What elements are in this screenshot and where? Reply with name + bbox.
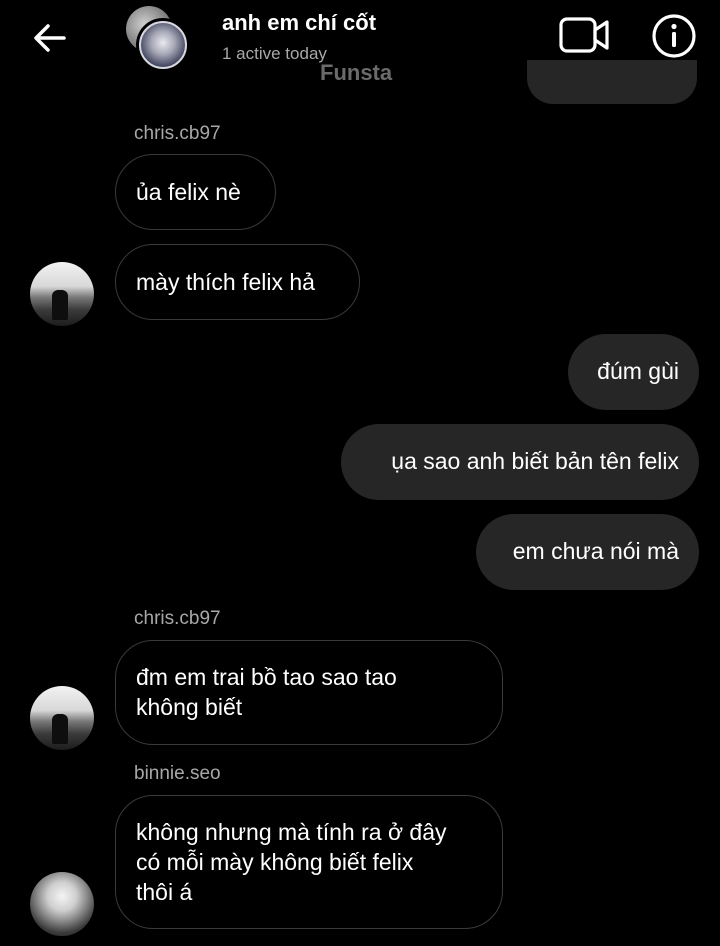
sender-name: binnie.seo bbox=[134, 763, 221, 784]
message-bubble[interactable]: mày thích felix hả bbox=[115, 244, 360, 320]
chat-title[interactable]: anh em chí cốt bbox=[222, 10, 376, 36]
sender-name: chris.cb97 bbox=[134, 123, 221, 144]
sender-avatar[interactable] bbox=[30, 262, 94, 326]
message-bubble[interactable]: ủa felix nè bbox=[115, 154, 276, 230]
sender-name: chris.cb97 bbox=[134, 608, 221, 629]
sender-avatar[interactable] bbox=[30, 686, 94, 750]
message-bubble[interactable]: đm em trai bồ tao sao tao không biết bbox=[115, 640, 503, 745]
previous-message-bubble bbox=[527, 60, 697, 104]
message-bubble[interactable]: không nhưng mà tính ra ở đây có mỗi mày … bbox=[115, 795, 503, 929]
video-call-icon[interactable] bbox=[558, 14, 610, 56]
group-avatar-primary bbox=[136, 18, 190, 72]
message-bubble[interactable]: em chưa nói mà bbox=[476, 514, 699, 590]
active-status: 1 active today bbox=[222, 44, 327, 63]
group-avatar[interactable] bbox=[124, 6, 194, 74]
info-icon[interactable] bbox=[650, 12, 698, 60]
sender-avatar[interactable] bbox=[30, 872, 94, 936]
back-arrow-icon[interactable] bbox=[30, 18, 70, 58]
watermark: Funsta bbox=[320, 60, 393, 85]
message-bubble[interactable]: ụa sao anh biết bản tên felix bbox=[341, 424, 699, 500]
message-bubble[interactable]: đúm gùi bbox=[568, 334, 699, 410]
